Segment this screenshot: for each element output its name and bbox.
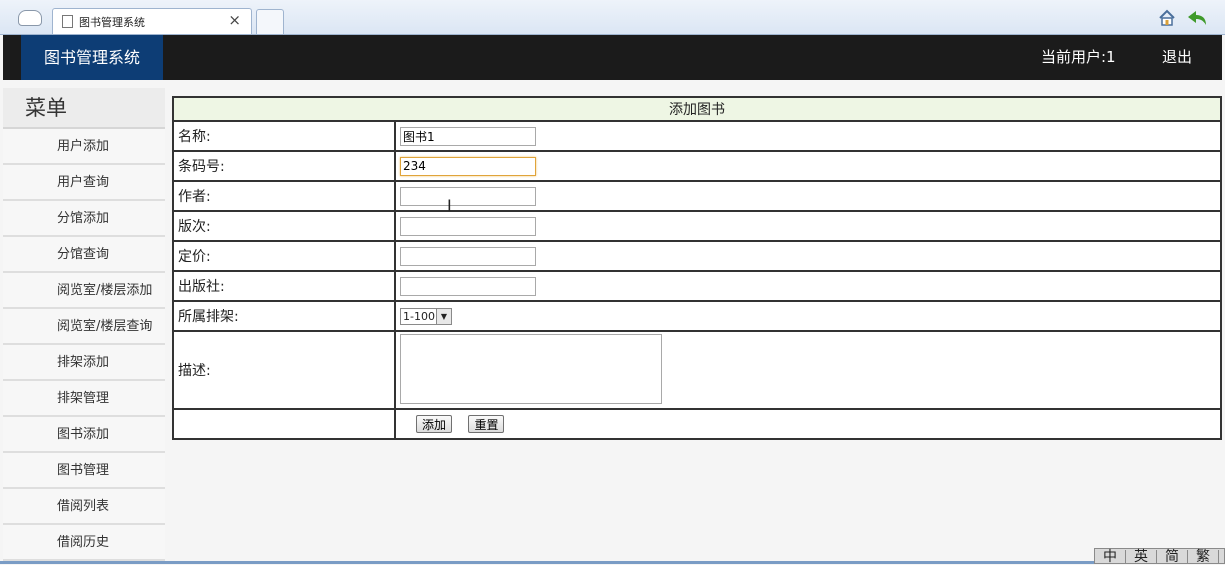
form-title: 添加图书 xyxy=(172,96,1222,122)
tab-title: 图书管理系统 xyxy=(79,16,145,29)
price-cell xyxy=(394,240,1222,272)
shelf-label: 所属排架: xyxy=(172,300,396,332)
browser-tab[interactable]: 图书管理系统 × xyxy=(52,8,252,34)
sidebar-item-room-add[interactable]: 阅览室/楼层添加 xyxy=(3,273,165,309)
name-input[interactable] xyxy=(400,126,536,146)
tab-close-icon[interactable]: × xyxy=(228,11,241,29)
sidebar-item-borrow-list[interactable]: 借阅列表 xyxy=(3,489,165,525)
ime-simplified-button[interactable]: 简 xyxy=(1157,550,1188,564)
publisher-label: 出版社: xyxy=(172,270,396,302)
logout-link[interactable]: 退出 xyxy=(1162,35,1192,80)
description-textarea[interactable] xyxy=(400,334,662,404)
description-cell xyxy=(394,330,1222,410)
barcode-input[interactable] xyxy=(400,156,536,176)
sidebar-item-user-add[interactable]: 用户添加 xyxy=(3,129,165,165)
author-label: 作者: xyxy=(172,180,396,212)
cloud-icon[interactable] xyxy=(18,10,42,26)
ime-toolbar: 中英简繁 xyxy=(1094,548,1225,564)
chevron-down-icon[interactable]: ▼ xyxy=(436,308,451,324)
page-icon xyxy=(62,15,73,28)
app-brand[interactable]: 图书管理系统 xyxy=(21,35,163,80)
ime-chinese-button[interactable]: 中 xyxy=(1095,550,1126,564)
current-user-label: 当前用户:1 xyxy=(1041,48,1116,66)
ime-english-button[interactable]: 英 xyxy=(1126,550,1157,564)
button-row-spacer xyxy=(172,408,396,440)
sidebar-item-user-query[interactable]: 用户查询 xyxy=(3,165,165,201)
sidebar-item-branch-add[interactable]: 分馆添加 xyxy=(3,201,165,237)
edition-cell xyxy=(394,210,1222,242)
sidebar-item-borrow-history[interactable]: 借阅历史 xyxy=(3,525,165,561)
ime-traditional-button[interactable]: 繁 xyxy=(1188,550,1219,564)
shelf-select[interactable]: 1-100 ▼ xyxy=(400,307,452,325)
publisher-input[interactable] xyxy=(400,276,536,296)
shelf-cell: 1-100 ▼ xyxy=(394,300,1222,332)
description-label: 描述: xyxy=(172,330,396,410)
home-icon[interactable] xyxy=(1158,9,1176,27)
sidebar-item-shelf-manage[interactable]: 排架管理 xyxy=(3,381,165,417)
browser-tab-strip: 图书管理系统 × xyxy=(0,0,1225,35)
author-cell xyxy=(394,180,1222,212)
sidebar-item-book-add[interactable]: 图书添加 xyxy=(3,417,165,453)
price-label: 定价: xyxy=(172,240,396,272)
name-cell xyxy=(394,120,1222,152)
new-tab-button[interactable] xyxy=(256,9,284,34)
barcode-label: 条码号: xyxy=(172,150,396,182)
back-arrow-icon[interactable] xyxy=(1186,9,1208,27)
barcode-cell xyxy=(394,150,1222,182)
app-header: 图书管理系统 当前用户:1 退出 xyxy=(3,35,1222,80)
sidebar-item-book-manage[interactable]: 图书管理 xyxy=(3,453,165,489)
name-label: 名称: xyxy=(172,120,396,152)
button-cell: 添加 重置 xyxy=(394,408,1222,440)
edition-label: 版次: xyxy=(172,210,396,242)
sidebar-menu: 菜单 用户添加 用户查询 分馆添加 分馆查询 阅览室/楼层添加 阅览室/楼层查询… xyxy=(3,88,165,561)
form-table: 添加图书 名称: 条码号: 作者: 版次: 定价: xyxy=(172,96,1222,440)
edition-input[interactable] xyxy=(400,216,536,236)
reset-button[interactable]: 重置 xyxy=(468,415,505,433)
add-book-form: 添加图书 名称: 条码号: 作者: 版次: 定价: xyxy=(172,96,1222,440)
sidebar-item-room-query[interactable]: 阅览室/楼层查询 xyxy=(3,309,165,345)
publisher-cell xyxy=(394,270,1222,302)
add-button[interactable]: 添加 xyxy=(416,415,453,433)
shelf-select-value: 1-100 xyxy=(403,309,435,323)
text-cursor-icon: I xyxy=(447,196,452,215)
menu-title: 菜单 xyxy=(3,88,165,129)
author-input[interactable] xyxy=(400,186,536,206)
sidebar-item-branch-query[interactable]: 分馆查询 xyxy=(3,237,165,273)
price-input[interactable] xyxy=(400,246,536,266)
sidebar-item-shelf-add[interactable]: 排架添加 xyxy=(3,345,165,381)
